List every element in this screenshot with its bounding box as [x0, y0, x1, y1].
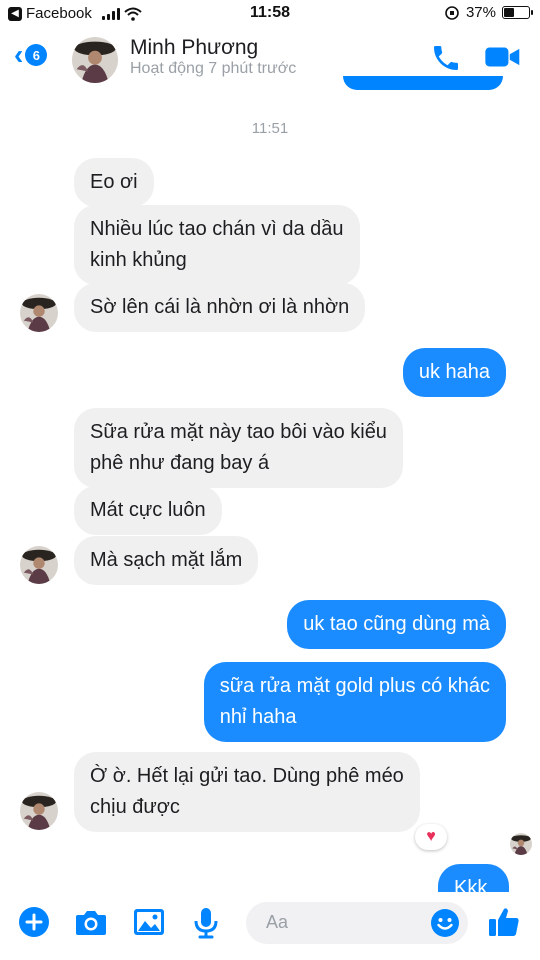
message-input[interactable]: Aa — [246, 902, 468, 944]
image-icon[interactable] — [132, 906, 166, 938]
sender-avatar — [20, 294, 58, 332]
incoming-message[interactable]: Sờ lên cái là nhờn ơi là nhờn — [74, 283, 366, 332]
incoming-message[interactable]: Mát cực luôn — [74, 486, 222, 535]
battery-percent: 37% — [465, 4, 496, 21]
incoming-message[interactable]: Sữa rửa mặt này tao bôi vào kiểu phê như… — [74, 408, 403, 488]
battery-icon — [502, 6, 533, 19]
message-input-placeholder: Aa — [266, 912, 289, 932]
outgoing-message[interactable]: uk haha — [402, 348, 506, 397]
seen-avatar — [510, 833, 532, 855]
message-reaction[interactable]: ♥ — [415, 824, 447, 850]
contact-active-status: Hoạt động 7 phút trước — [130, 60, 297, 77]
incoming-message[interactable]: Nhiều lúc tao chán vì da dầu kinh khủng — [74, 205, 360, 285]
video-call-icon[interactable] — [484, 42, 522, 72]
contact-avatar[interactable] — [72, 37, 118, 83]
unread-badge: 6 — [25, 44, 48, 66]
contact-name[interactable]: Minh Phương — [130, 36, 258, 60]
incoming-message[interactable]: Mà sạch mặt lắm — [74, 536, 259, 585]
thumbs-up-icon[interactable] — [486, 904, 522, 940]
back-button[interactable]: ‹ 6 — [14, 39, 48, 70]
outgoing-message[interactable]: uk tao cũng dùng mà — [287, 600, 506, 649]
message-composer: Aa — [0, 892, 540, 960]
camera-icon[interactable] — [74, 906, 108, 938]
plus-icon[interactable] — [18, 906, 50, 938]
message-timestamp: 11:51 — [251, 120, 289, 137]
sender-avatar — [20, 792, 58, 830]
heart-icon: ♥ — [426, 828, 436, 845]
incoming-message[interactable]: Eo ơi — [74, 158, 154, 207]
microphone-icon[interactable] — [190, 906, 222, 940]
previous-outgoing-bubble — [343, 76, 503, 90]
chevron-left-icon: ‹ — [14, 39, 24, 70]
sender-avatar — [20, 546, 58, 584]
incoming-message[interactable]: Ờ ờ. Hết lại gửi tao. Dùng phê méo chịu … — [74, 752, 420, 832]
orientation-lock-icon — [445, 5, 459, 20]
emoji-icon[interactable] — [430, 908, 460, 938]
phone-call-icon[interactable] — [430, 42, 462, 74]
outgoing-message[interactable]: sữa rửa mặt gold plus có khác nhỉ haha — [203, 662, 506, 742]
battery-level — [504, 8, 514, 17]
status-bar: ◀ Facebook 11:58 37% — [0, 0, 540, 28]
